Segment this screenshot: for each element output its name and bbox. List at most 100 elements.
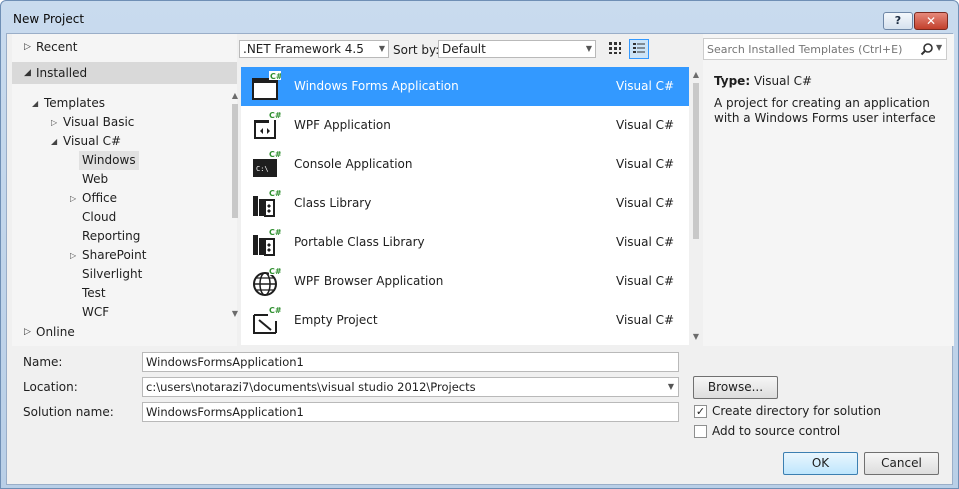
collapse-arrow-icon[interactable]: ◢ (51, 132, 57, 151)
tree-item-visual-csharp[interactable]: ◢ Visual C# (51, 132, 122, 151)
tree-item-label: WCF (82, 305, 110, 316)
template-navigation: ▷ Recent ◢ Installed ◢ Templates ▷ Visua… (12, 34, 238, 346)
tree-scrollbar[interactable]: ▲ ▼ (229, 90, 241, 320)
close-button[interactable]: ✕ (914, 12, 948, 30)
sort-value: Default (442, 42, 486, 56)
template-language: Visual C# (616, 235, 675, 249)
grid-view-icon (609, 42, 621, 54)
empty-project-icon: C# (253, 306, 281, 334)
scroll-down-icon[interactable]: ▼ (229, 308, 241, 320)
tree-item-wcf[interactable]: WCF (82, 303, 109, 316)
search-icon[interactable] (920, 42, 934, 56)
installed-template-tree: ◢ Templates ▷ Visual Basic ◢ Visual C# W… (17, 94, 229, 316)
csharp-badge-text: C# (269, 228, 281, 237)
expand-arrow-icon[interactable]: ▷ (51, 113, 57, 132)
source-control-checkbox[interactable] (694, 425, 707, 438)
template-language: Visual C# (616, 118, 675, 132)
tree-item-label: Office (82, 191, 118, 205)
tree-item-web[interactable]: Web (82, 170, 108, 189)
create-directory-checkbox[interactable]: ✓ (694, 405, 707, 418)
tree-item-sharepoint[interactable]: ▷ SharePoint (70, 246, 146, 265)
small-icons-view-button[interactable] (605, 39, 625, 59)
template-toolbar: .NET Framework 4.5 ▼ Sort by: Default ▼ (239, 38, 699, 64)
windows-form-icon: C# (252, 71, 281, 100)
cancel-button[interactable]: Cancel (864, 452, 939, 475)
template-item-portable-class-library[interactable]: C# Portable Class Library Visual C# (241, 223, 689, 262)
tree-item-templates[interactable]: ◢ Templates (32, 94, 105, 113)
ok-button[interactable]: OK (783, 452, 858, 475)
expand-arrow-icon[interactable]: ▷ (70, 189, 76, 208)
template-item-console[interactable]: C:\ C# Console Application Visual C# (241, 145, 689, 184)
template-language: Visual C# (616, 274, 675, 288)
tree-item-label: Visual C# (63, 134, 122, 148)
template-name: Class Library (294, 196, 372, 210)
nav-recent-label: Recent (36, 40, 78, 54)
tree-item-silverlight[interactable]: Silverlight (82, 265, 142, 284)
search-input[interactable] (707, 41, 915, 57)
scroll-thumb[interactable] (693, 83, 699, 239)
expand-arrow-icon[interactable]: ▷ (70, 246, 76, 265)
scroll-up-icon[interactable]: ▲ (229, 90, 241, 102)
template-item-wpf-browser[interactable]: C# WPF Browser Application Visual C# (241, 262, 689, 301)
class-library-icon: C# (253, 189, 281, 217)
create-directory-label[interactable]: Create directory for solution (712, 404, 881, 418)
sort-dropdown[interactable]: Default ▼ (438, 40, 596, 58)
tree-item-label: Windows (82, 153, 136, 167)
tree-item-cloud[interactable]: Cloud (82, 208, 116, 227)
tree-item-label: Cloud (82, 210, 117, 224)
chevron-down-icon[interactable]: ▼ (936, 43, 942, 52)
collapse-arrow-icon[interactable]: ◢ (32, 94, 38, 113)
wpf-app-icon: C# (254, 111, 281, 139)
project-name-field[interactable]: WindowsFormsApplication1 (142, 352, 679, 372)
template-language: Visual C# (616, 196, 675, 210)
template-item-windows-forms[interactable]: C# Windows Forms Application Visual C# (241, 67, 689, 106)
solution-name-field[interactable]: WindowsFormsApplication1 (142, 402, 679, 422)
tree-item-label: Silverlight (82, 267, 143, 281)
list-view-icon (633, 43, 645, 53)
tree-item-label: Web (82, 172, 109, 186)
csharp-badge-text: C# (269, 267, 281, 276)
template-item-class-library[interactable]: C# Class Library Visual C# (241, 184, 689, 223)
nav-online[interactable]: ▷ Online (12, 321, 237, 343)
window-title: New Project (13, 12, 85, 26)
template-language: Visual C# (616, 313, 675, 327)
sort-by-label: Sort by: (393, 43, 440, 57)
scroll-down-icon[interactable]: ▼ (690, 331, 702, 343)
type-value: Visual C# (753, 74, 813, 88)
title-bar[interactable]: New Project ? ✕ (1, 1, 958, 33)
scroll-thumb[interactable] (232, 104, 238, 218)
source-control-label[interactable]: Add to source control (712, 424, 840, 438)
nav-installed[interactable]: ◢ Installed (12, 62, 237, 84)
help-button[interactable]: ? (883, 12, 913, 30)
nav-recent[interactable]: ▷ Recent (12, 36, 237, 58)
template-search-box[interactable]: ▼ (703, 38, 947, 60)
tree-item-test[interactable]: Test (82, 284, 106, 303)
expand-arrow-icon: ▷ (24, 327, 31, 337)
scroll-up-icon[interactable]: ▲ (690, 69, 702, 81)
tree-item-office[interactable]: ▷ Office (70, 189, 118, 208)
template-item-empty-project[interactable]: C# Empty Project Visual C# (241, 301, 689, 340)
framework-dropdown[interactable]: .NET Framework 4.5 ▼ (239, 40, 389, 58)
template-name: Windows Forms Application (294, 79, 459, 93)
project-name-value: WindowsFormsApplication1 (146, 355, 304, 369)
chevron-down-icon[interactable]: ▼ (668, 378, 674, 396)
globe-icon: C# (253, 266, 281, 296)
list-view-button[interactable] (629, 39, 649, 59)
browse-button[interactable]: Browse... (693, 376, 778, 399)
tree-item-reporting[interactable]: Reporting (82, 227, 140, 246)
console-prompt-text: C:\ (256, 165, 269, 173)
chevron-down-icon: ▼ (378, 44, 385, 53)
type-label: Type: (714, 74, 751, 88)
template-name: WPF Application (294, 118, 391, 132)
nav-online-label: Online (36, 325, 75, 339)
new-project-dialog: New Project ? ✕ ▷ Recent ◢ Installed ◢ T… (0, 0, 959, 489)
tree-item-visual-basic[interactable]: ▷ Visual Basic (51, 113, 134, 132)
tree-item-windows[interactable]: Windows (79, 151, 139, 170)
solution-name-label: Solution name: (23, 405, 114, 419)
template-list-scrollbar[interactable]: ▲ ▼ (689, 67, 703, 345)
location-field[interactable]: c:\users\notarazi7\documents\visual stud… (142, 377, 679, 397)
template-item-wpf[interactable]: C# WPF Application Visual C# (241, 106, 689, 145)
tree-item-label: Test (82, 286, 106, 300)
portable-library-icon: C# (253, 228, 281, 256)
expand-arrow-icon: ▷ (24, 42, 31, 52)
